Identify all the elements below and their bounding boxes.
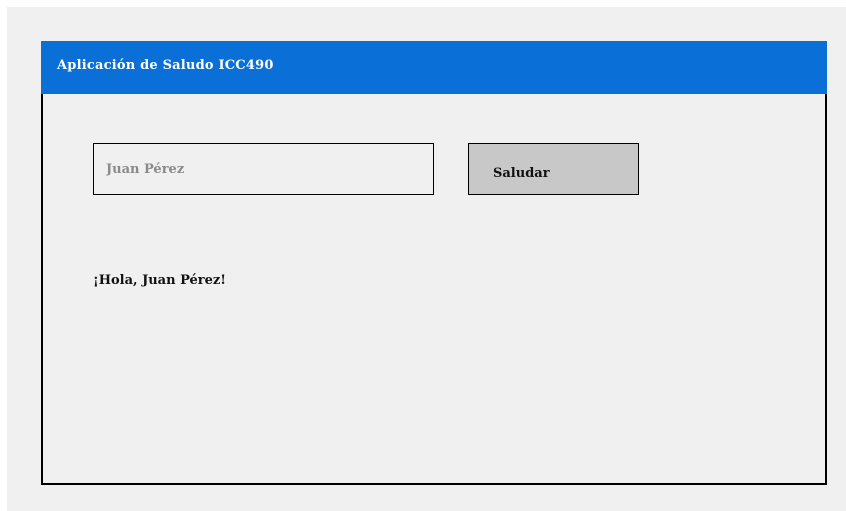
window-title: Aplicación de Saludo ICC490 [57, 58, 274, 73]
name-input[interactable] [93, 143, 434, 195]
greet-button[interactable]: Saludar [468, 143, 639, 195]
page-background: Aplicación de Saludo ICC490 Saludar ¡Hol… [7, 7, 846, 511]
title-bar: Aplicación de Saludo ICC490 [41, 41, 827, 94]
greeting-label: ¡Hola, Juan Pérez! [93, 273, 226, 288]
app-window: Aplicación de Saludo ICC490 Saludar ¡Hol… [41, 41, 827, 485]
